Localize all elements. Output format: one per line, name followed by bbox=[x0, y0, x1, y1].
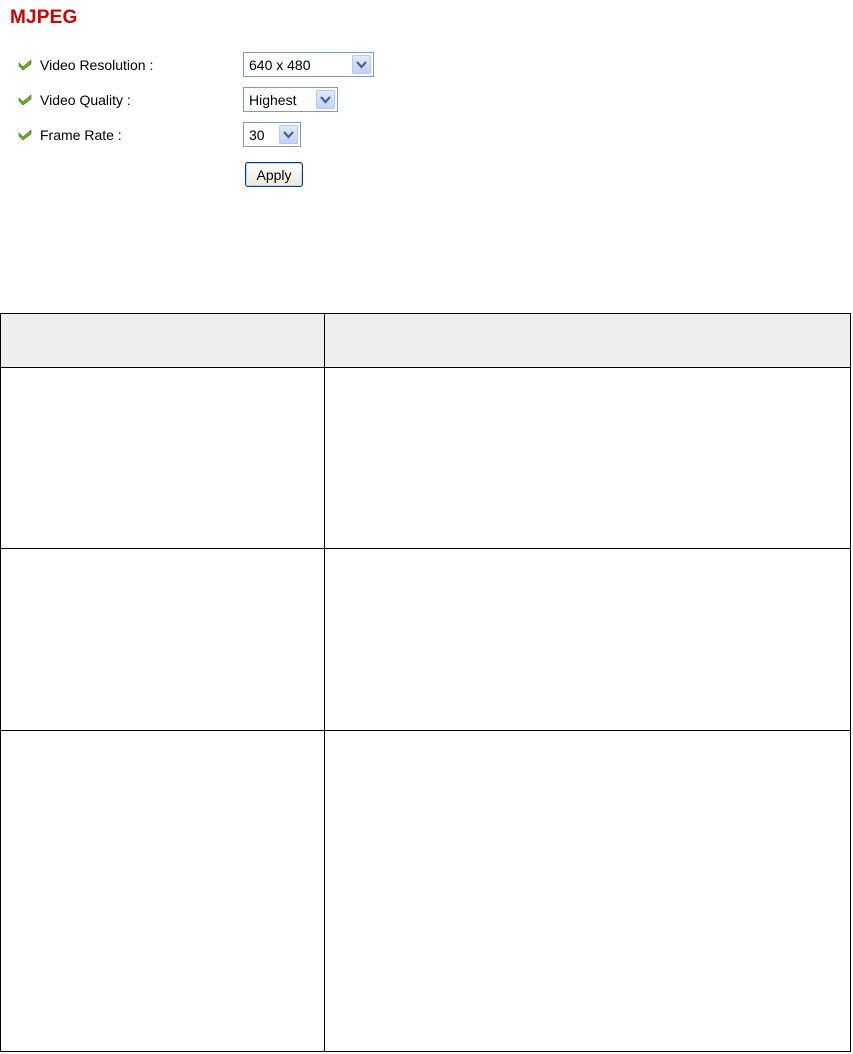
chevron-down-icon[interactable] bbox=[279, 125, 298, 144]
video-resolution-row: Video Resolution : bbox=[18, 52, 153, 78]
table-cell bbox=[0, 367, 325, 549]
frame-rate-label: Frame Rate : bbox=[40, 127, 122, 143]
chevron-down-icon[interactable] bbox=[352, 55, 371, 74]
table-header-row bbox=[0, 313, 852, 368]
frame-rate-select[interactable]: 30 bbox=[243, 122, 301, 147]
table-row bbox=[0, 730, 852, 1052]
video-resolution-label: Video Resolution : bbox=[40, 57, 154, 73]
green-check-arrow-icon bbox=[18, 59, 32, 71]
video-quality-value: Highest bbox=[249, 91, 297, 108]
table-row bbox=[0, 548, 852, 731]
video-resolution-select[interactable]: 640 x 480 bbox=[243, 52, 374, 77]
apply-button[interactable]: Apply bbox=[245, 162, 303, 187]
table-cell bbox=[323, 367, 852, 549]
chevron-down-icon[interactable] bbox=[316, 90, 335, 109]
table-header-cell bbox=[323, 313, 852, 368]
video-quality-select[interactable]: Highest bbox=[243, 87, 338, 112]
table-cell bbox=[323, 730, 852, 1052]
table-cell bbox=[0, 730, 325, 1052]
video-quality-label: Video Quality : bbox=[40, 92, 131, 108]
green-check-arrow-icon bbox=[18, 129, 32, 141]
video-quality-row: Video Quality : bbox=[18, 87, 131, 113]
table-cell bbox=[0, 548, 325, 731]
green-check-arrow-icon bbox=[18, 94, 32, 106]
frame-rate-value: 30 bbox=[249, 126, 265, 143]
frame-rate-row: Frame Rate : bbox=[18, 122, 122, 148]
section-title: MJPEG bbox=[10, 7, 78, 28]
table-header-cell bbox=[0, 313, 325, 368]
table-cell bbox=[323, 548, 852, 731]
description-table bbox=[0, 313, 852, 1052]
video-resolution-value: 640 x 480 bbox=[249, 56, 311, 73]
table-row bbox=[0, 367, 852, 549]
